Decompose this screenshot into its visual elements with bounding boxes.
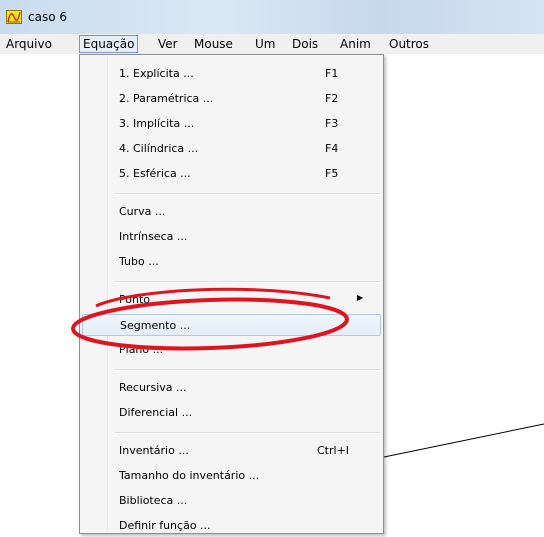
menu-item-label: Tamanho do inventário ...: [119, 469, 260, 482]
menu-item-curva[interactable]: Curva ...: [82, 201, 381, 223]
menu-item-label: Diferencial ...: [119, 406, 193, 419]
app-graph-icon[interactable]: [6, 10, 22, 24]
menu-um[interactable]: Um: [255, 36, 275, 52]
menu-item-label: 4. Cilíndrica ...: [119, 142, 199, 155]
menu-item-label: 1. Explícita ...: [119, 67, 194, 80]
menu-item-label: 2. Paramétrica ...: [119, 92, 214, 105]
menu-dois[interactable]: Dois: [292, 36, 318, 52]
menu-item-intrinseca[interactable]: Intrínseca ...: [82, 226, 381, 248]
menu-item-shortcut: F2: [325, 92, 339, 105]
menu-anim[interactable]: Anim: [340, 36, 371, 52]
menu-item-tamanho-inventario[interactable]: Tamanho do inventário ...: [82, 465, 381, 487]
menu-item-shortcut: F1: [325, 67, 339, 80]
menu-item-shortcut: F3: [325, 117, 339, 130]
menu-item-label: Inventário ...: [119, 444, 189, 457]
menu-item-shortcut: F4: [325, 142, 339, 155]
menu-item-segmento[interactable]: Segmento ...: [82, 314, 381, 336]
menu-item-shortcut: F5: [325, 167, 339, 180]
menu-item-label: Curva ...: [119, 205, 166, 218]
menu-outros[interactable]: Outros: [389, 36, 429, 52]
menu-item-implicita[interactable]: 3. Implícita ... F3: [82, 113, 381, 135]
menu-item-label: Intrínseca ...: [119, 230, 188, 243]
menu-item-label: Biblioteca ...: [119, 494, 188, 507]
menu-separator: [114, 193, 380, 195]
menu-item-tubo[interactable]: Tubo ...: [82, 251, 381, 273]
menu-item-label: 3. Implícita ...: [119, 117, 195, 130]
menu-item-inventario[interactable]: Inventário ... Ctrl+I: [82, 440, 381, 462]
menu-item-esferica[interactable]: 5. Esférica ... F5: [82, 163, 381, 185]
menu-bar: Arquivo Equação Ver Mouse Um Dois Anim O…: [0, 34, 544, 54]
menu-separator: [114, 369, 380, 371]
menu-ver[interactable]: Ver: [158, 36, 178, 52]
menu-item-label: Tubo ...: [119, 255, 159, 268]
menu-mouse[interactable]: Mouse: [194, 36, 233, 52]
menu-item-label: Ponto: [119, 293, 150, 306]
menu-separator: [114, 432, 380, 434]
menu-item-label: 5. Esférica ...: [119, 167, 191, 180]
menu-item-label: Plano ...: [119, 343, 164, 356]
menu-equacao[interactable]: Equação: [79, 35, 139, 53]
window-title: caso 6: [28, 10, 67, 24]
equacao-dropdown-menu: 1. Explícita ... F1 2. Paramétrica ... F…: [79, 54, 384, 534]
menu-arquivo[interactable]: Arquivo: [6, 36, 52, 52]
menu-item-diferencial[interactable]: Diferencial ...: [82, 402, 381, 424]
menu-item-explicita[interactable]: 1. Explícita ... F1: [82, 63, 381, 85]
menu-item-cilindrica[interactable]: 4. Cilíndrica ... F4: [82, 138, 381, 160]
menu-item-plano[interactable]: Plano ...: [82, 339, 381, 361]
menu-separator: [114, 281, 380, 283]
menu-item-label: Recursiva ...: [119, 381, 187, 394]
menu-item-definir-funcao[interactable]: Definir função ...: [82, 515, 381, 537]
menu-item-shortcut: Ctrl+I: [317, 444, 350, 457]
menu-item-biblioteca[interactable]: Biblioteca ...: [82, 490, 381, 512]
menu-item-ponto[interactable]: Ponto ▶: [82, 289, 381, 311]
menu-item-recursiva[interactable]: Recursiva ...: [82, 377, 381, 399]
plot-line: [383, 423, 544, 458]
menu-item-label: Definir função ...: [119, 519, 211, 532]
title-bar: caso 6: [0, 0, 544, 34]
menu-item-parametrica[interactable]: 2. Paramétrica ... F2: [82, 88, 381, 110]
menu-item-label: Segmento ...: [120, 319, 191, 332]
submenu-arrow-icon: ▶: [357, 293, 364, 302]
